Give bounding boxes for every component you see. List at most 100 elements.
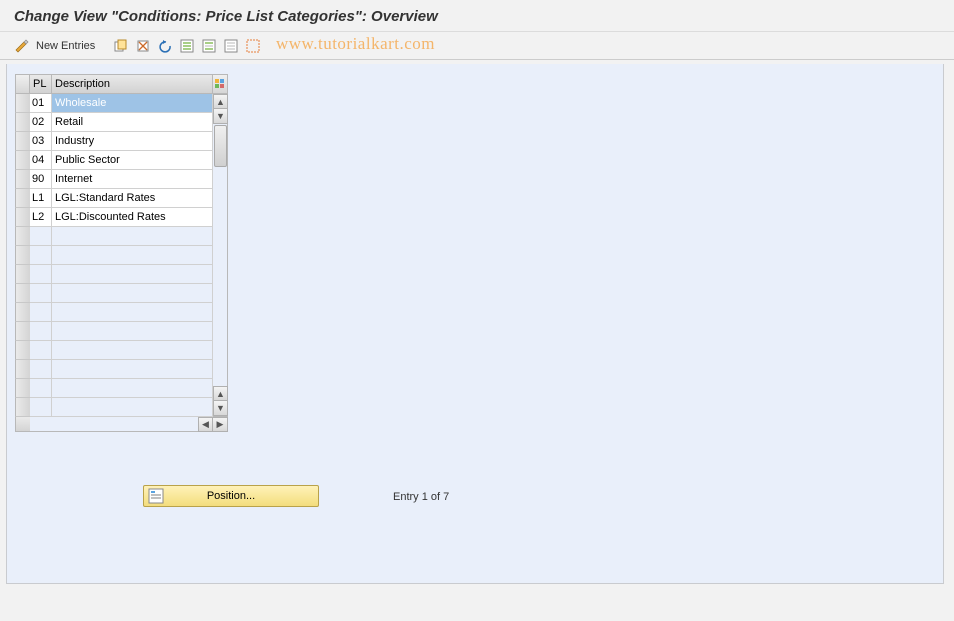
cell-description-empty[interactable] (52, 227, 213, 246)
undo-change-button[interactable] (155, 36, 175, 56)
row-selector[interactable] (15, 398, 30, 417)
column-header-pl[interactable]: PL (30, 74, 52, 94)
position-icon (148, 488, 164, 504)
cell-description-empty[interactable] (52, 341, 213, 360)
cell-pl-empty[interactable] (30, 246, 52, 265)
toggle-display-change-button[interactable] (12, 36, 32, 56)
cell-pl-empty[interactable] (30, 284, 52, 303)
cell-pl-empty[interactable] (30, 341, 52, 360)
cell-description-empty[interactable] (52, 379, 213, 398)
copy-as-button[interactable] (111, 36, 131, 56)
select-block-button[interactable] (199, 36, 219, 56)
cell-description-empty[interactable] (52, 360, 213, 379)
cell-pl-empty[interactable] (30, 303, 52, 322)
scroll-thumb[interactable] (214, 125, 227, 167)
cell-pl[interactable]: 03 (30, 132, 52, 151)
scroll-down-button[interactable]: ▼ (213, 109, 228, 124)
position-button-label: Position... (207, 490, 255, 502)
cell-description-empty[interactable] (52, 398, 213, 417)
grid-corner[interactable] (15, 74, 30, 94)
cell-pl-empty[interactable] (30, 227, 52, 246)
delete-button[interactable] (133, 36, 153, 56)
row-selector[interactable] (15, 284, 30, 303)
scroll-track[interactable] (213, 124, 227, 386)
row-selector[interactable] (15, 189, 30, 208)
row-selector[interactable] (15, 113, 30, 132)
row-selector[interactable] (15, 246, 30, 265)
row-selector[interactable] (15, 322, 30, 341)
table-row-empty (15, 379, 213, 398)
cell-description-empty[interactable] (52, 322, 213, 341)
cell-description[interactable]: LGL:Standard Rates (52, 189, 213, 208)
cell-pl[interactable]: 01 (30, 94, 52, 113)
cell-pl-empty[interactable] (30, 360, 52, 379)
cell-pl[interactable]: 90 (30, 170, 52, 189)
cell-pl[interactable]: 04 (30, 151, 52, 170)
scroll-up-button[interactable]: ▲ (213, 94, 228, 109)
row-selector[interactable] (15, 379, 30, 398)
row-selector[interactable] (15, 132, 30, 151)
scroll-down-end-button[interactable]: ▼ (213, 401, 228, 416)
hscroll-corner (15, 417, 30, 432)
cell-description[interactable]: Wholesale (52, 94, 213, 113)
cell-pl-empty[interactable] (30, 322, 52, 341)
entry-status-text: Entry 1 of 7 (393, 491, 449, 503)
horizontal-scrollbar[interactable]: ◀ ▶ (15, 417, 228, 432)
row-selector[interactable] (15, 151, 30, 170)
table-row[interactable]: L1LGL:Standard Rates (15, 189, 213, 208)
position-button[interactable]: Position... (143, 485, 319, 507)
table-row[interactable]: 03Industry (15, 132, 213, 151)
cell-description[interactable]: Industry (52, 132, 213, 151)
cell-description[interactable]: Retail (52, 113, 213, 132)
row-selector[interactable] (15, 360, 30, 379)
scroll-left-button[interactable]: ◀ (198, 417, 213, 432)
cell-description[interactable]: Internet (52, 170, 213, 189)
watermark-text: www.tutorialkart.com (276, 34, 435, 54)
cell-pl[interactable]: L2 (30, 208, 52, 227)
table-row[interactable]: 02Retail (15, 113, 213, 132)
row-selector[interactable] (15, 303, 30, 322)
toolbar: New Entries www.tutorialkart.com (0, 32, 954, 60)
cell-description-empty[interactable] (52, 284, 213, 303)
row-selector[interactable] (15, 170, 30, 189)
deselect-all-button[interactable] (221, 36, 241, 56)
table-row-empty (15, 341, 213, 360)
table-row-empty (15, 265, 213, 284)
new-entries-button[interactable]: New Entries (34, 40, 103, 52)
table-row[interactable]: L2LGL:Discounted Rates (15, 208, 213, 227)
table-row-empty (15, 284, 213, 303)
vertical-scrollbar[interactable]: ▲ ▼ ▲ ▼ (213, 94, 228, 417)
cell-pl[interactable]: L1 (30, 189, 52, 208)
row-selector[interactable] (15, 227, 30, 246)
table-row[interactable]: 01Wholesale (15, 94, 213, 113)
cell-description[interactable]: Public Sector (52, 151, 213, 170)
cell-description-empty[interactable] (52, 246, 213, 265)
table-row-empty (15, 227, 213, 246)
row-selector[interactable] (15, 265, 30, 284)
content-area: PL Description 01Wholesale02Retail03Indu… (6, 64, 944, 584)
cell-pl-empty[interactable] (30, 398, 52, 417)
scroll-right-button[interactable]: ▶ (213, 417, 228, 432)
title-bar: Change View "Conditions: Price List Cate… (0, 0, 954, 32)
grid-header-row: PL Description (15, 74, 228, 94)
table-row[interactable]: 04Public Sector (15, 151, 213, 170)
column-header-description[interactable]: Description (52, 74, 213, 94)
cell-pl-empty[interactable] (30, 265, 52, 284)
row-selector[interactable] (15, 341, 30, 360)
cell-description-empty[interactable] (52, 265, 213, 284)
configuration-button[interactable] (243, 36, 263, 56)
table-row-empty (15, 246, 213, 265)
row-selector[interactable] (15, 94, 30, 113)
scroll-up-end-button[interactable]: ▲ (213, 386, 228, 401)
select-all-button[interactable] (177, 36, 197, 56)
grid-configure-button[interactable] (213, 74, 228, 94)
row-selector[interactable] (15, 208, 30, 227)
table-row-empty (15, 398, 213, 417)
cell-pl-empty[interactable] (30, 379, 52, 398)
table-row-empty (15, 303, 213, 322)
hscroll-track[interactable] (30, 417, 198, 432)
cell-description[interactable]: LGL:Discounted Rates (52, 208, 213, 227)
cell-pl[interactable]: 02 (30, 113, 52, 132)
table-row[interactable]: 90Internet (15, 170, 213, 189)
cell-description-empty[interactable] (52, 303, 213, 322)
